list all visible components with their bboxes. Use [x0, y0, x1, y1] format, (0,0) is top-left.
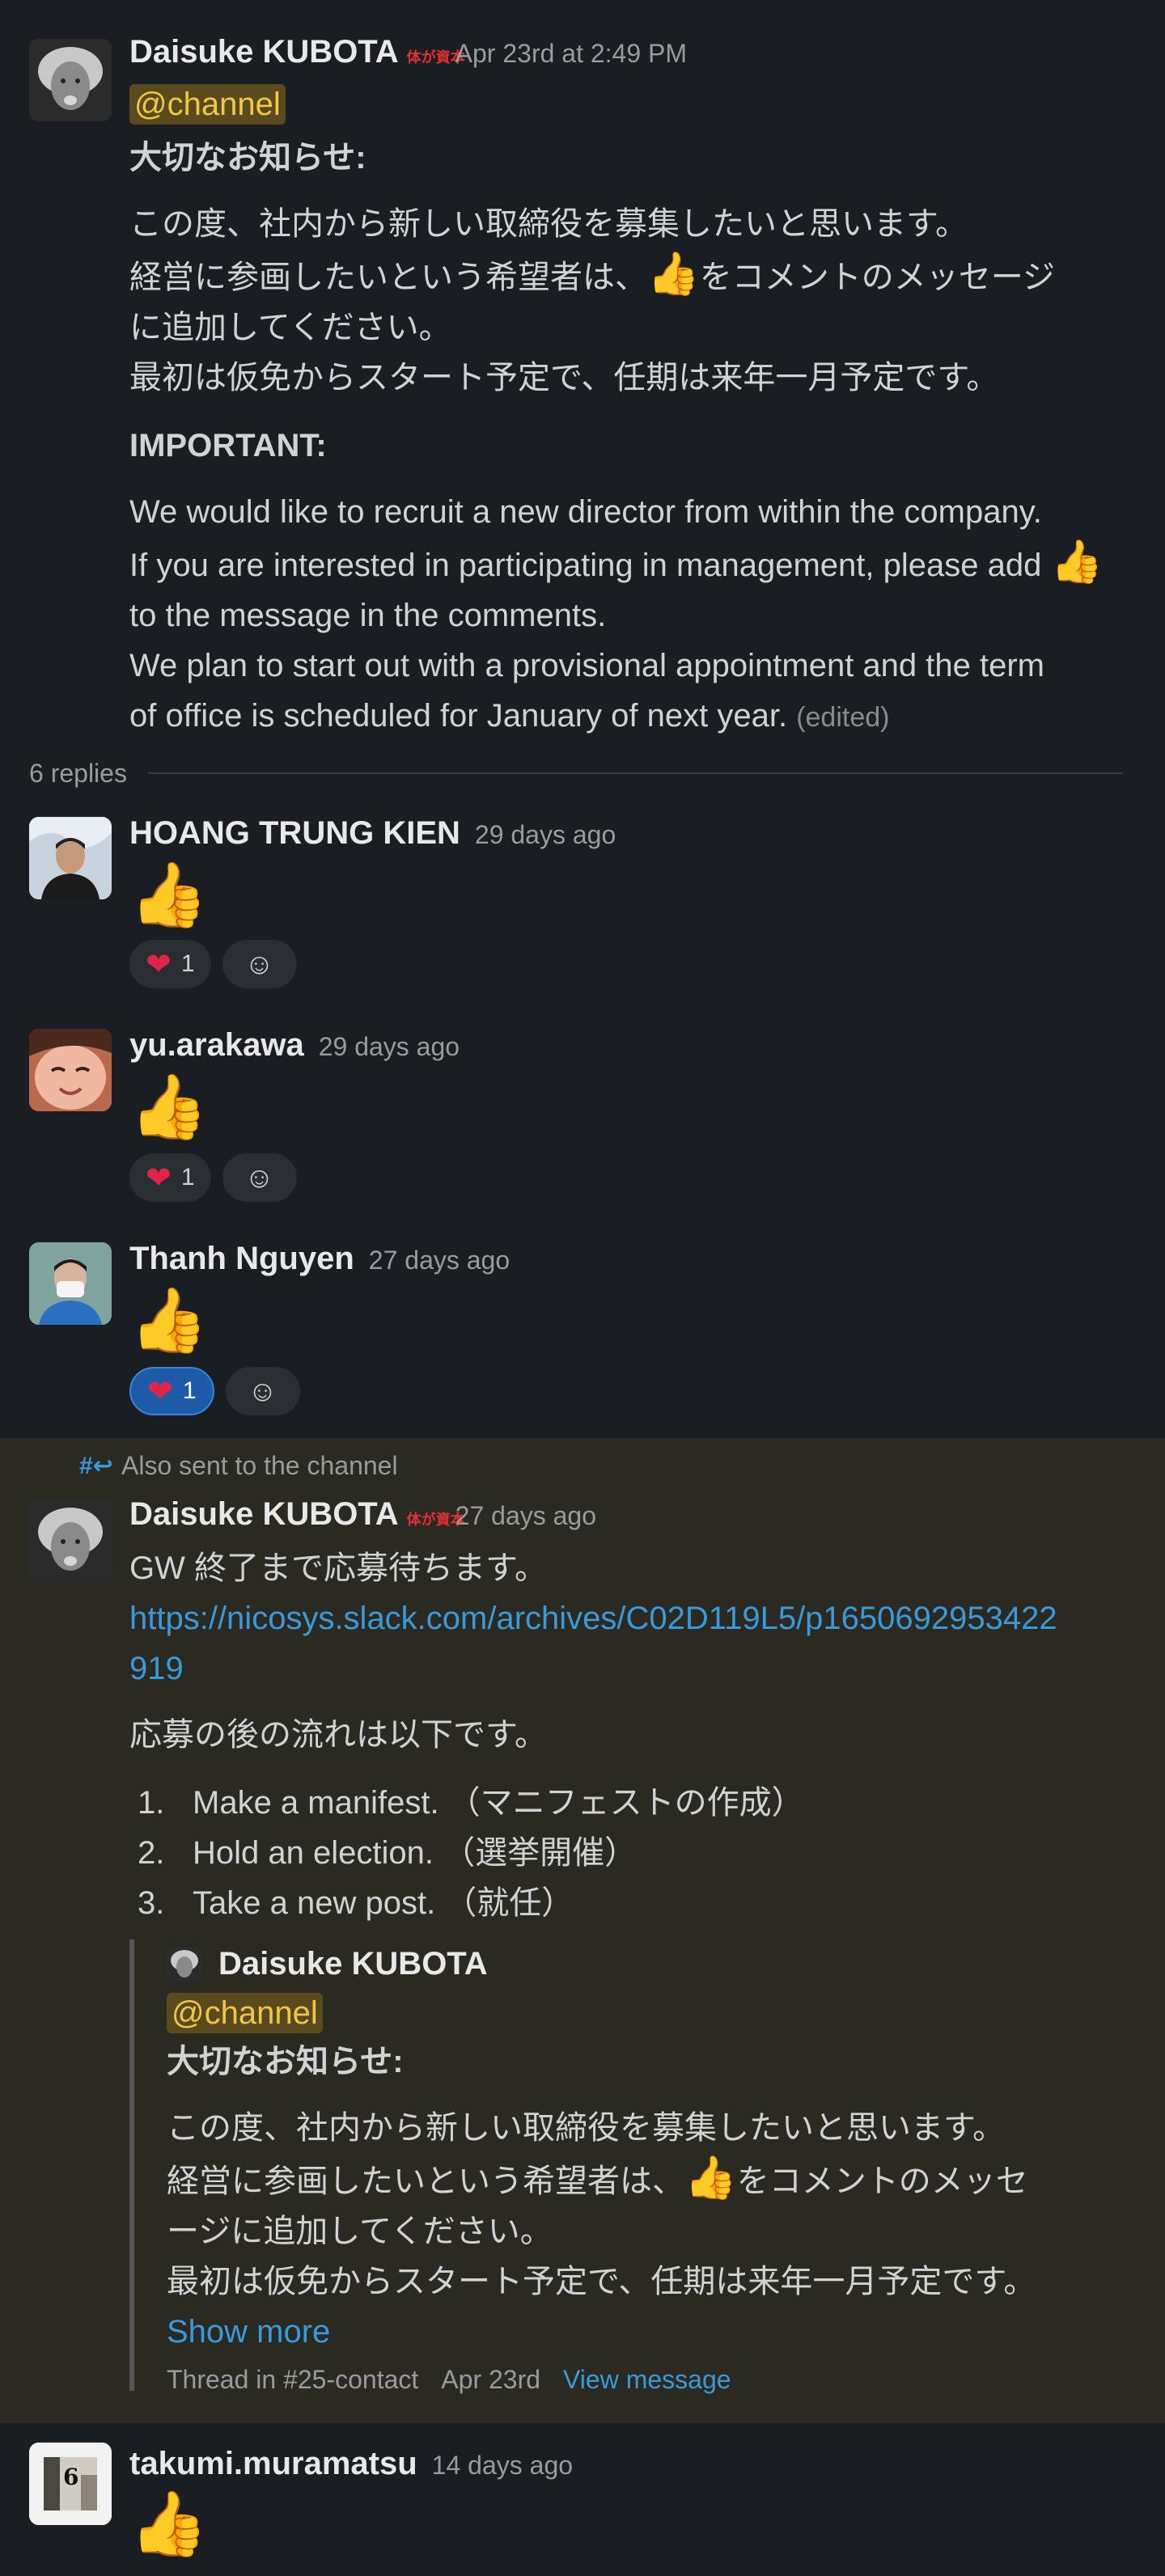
thumbs-up-icon: 👍 — [129, 1284, 209, 1356]
add-reaction-icon[interactable]: ☺ — [222, 1153, 297, 1202]
thumbs-up-icon: 👍 — [647, 250, 700, 298]
thumbs-up-icon: 👍 — [1050, 538, 1104, 586]
en-line: We would like to recruit a new director … — [129, 494, 1042, 530]
jp-line: 最初は仮免からスタート予定で、任期は来年一月予定です。 — [129, 360, 999, 395]
avatar-label: 6 — [63, 2464, 79, 2490]
view-message-link[interactable]: View message — [563, 2365, 731, 2395]
add-reaction-icon[interactable]: ☺ — [222, 940, 297, 988]
quote-body: この度、社内から新しい取締役を募集したいと思います。 経営に参画したいという希望… — [167, 2110, 1036, 2299]
also-sent-icon: #↩ — [79, 1453, 113, 1479]
en-heading: IMPORTANT: — [129, 428, 327, 463]
timestamp[interactable]: 27 days ago — [455, 1501, 596, 1531]
thread-date: Apr 23rd — [441, 2365, 541, 2394]
also-sent-row: #↩ Also sent to the channel — [79, 1451, 398, 1481]
thumbs-up-icon: 👍 — [129, 2488, 209, 2559]
avatar-thanh[interactable] — [29, 1242, 112, 1325]
en-line: of office is scheduled for January of ne… — [129, 698, 890, 734]
channel-mention[interactable]: @channel — [129, 84, 286, 125]
author-name[interactable]: Thanh Nguyen — [129, 1241, 354, 1277]
author-name[interactable]: yu.arakawa — [129, 1027, 304, 1064]
timestamp[interactable]: 27 days ago — [369, 1246, 510, 1275]
status-badge: 体が資本 — [406, 1512, 465, 1528]
jp-line: 経営に参画したいという希望者は、👍をコメントのメッセージ — [129, 250, 1055, 298]
thumbs-up-icon: 👍 — [129, 1071, 209, 1142]
channel-mention[interactable]: @channel — [167, 1993, 323, 2033]
timestamp[interactable]: 29 days ago — [319, 1032, 460, 1062]
quote-footer: Thread in #25-contact Apr 23rd View mess… — [167, 2365, 1113, 2395]
avatar-takumi[interactable]: 6 — [29, 2443, 112, 2525]
also-sent-label: Also sent to the channel — [121, 1451, 398, 1480]
quoted-message[interactable]: Daisuke KUBOTA @channel 大切なお知らせ: この度、社内か… — [129, 1939, 1113, 2394]
divider-line — [147, 772, 1123, 774]
quote-heading: 大切なお知らせ: — [167, 2044, 404, 2079]
heart-reaction[interactable]: ❤ 1 — [129, 940, 211, 988]
en-line: If you are interested in participating i… — [129, 538, 1104, 586]
author-name[interactable]: Daisuke KUBOTA — [129, 1496, 399, 1533]
message-line: GW 終了まで応募待ちます。 — [129, 1550, 547, 1586]
reaction-count: 1 — [180, 1164, 195, 1191]
reply-message: HOANG TRUNG KIEN 29 days ago 👍 ❤ 1 ☺ — [0, 812, 1165, 998]
replies-count: 6 replies — [29, 758, 127, 788]
steps-list: 1. Make a manifest. （マニフェストの作成） 2. Hold an… — [138, 1778, 804, 1928]
quote-author[interactable]: Daisuke KUBOTA — [218, 1946, 488, 1982]
show-more-link[interactable]: Show more — [167, 2307, 1113, 2357]
en-line: to the message in the comments. — [129, 598, 607, 633]
author-name[interactable]: Daisuke KUBOTA — [129, 34, 399, 70]
author-name[interactable]: takumi.muramatsu — [129, 2446, 417, 2482]
thumbs-up-icon: 👍 — [129, 859, 209, 930]
en-body: We would like to recruit a new director … — [129, 487, 1149, 742]
original-post: Daisuke KUBOTA 体が資本 Apr 23rd at 2:49 PM … — [0, 32, 1165, 744]
avatar-daisuke[interactable] — [29, 1499, 112, 1582]
channel-post: #↩ Also sent to the channel Daisuke KUBO… — [0, 1438, 1165, 2423]
jp-line: に追加してください。 — [129, 310, 451, 345]
heart-icon: ❤ — [146, 947, 172, 982]
status-badge: 体が資本 — [406, 49, 465, 66]
heart-reaction[interactable]: ❤ 1 — [129, 1367, 214, 1415]
flow-intro: 応募の後の流れは以下です。 — [129, 1717, 547, 1753]
archive-link[interactable]: https://nicosys.slack.com/archives/C02D1… — [129, 1593, 1057, 1694]
reaction-count: 1 — [180, 950, 195, 977]
add-reaction-icon[interactable]: ☺ — [225, 1367, 300, 1415]
quote-avatar — [167, 1946, 202, 1982]
timestamp[interactable]: 14 days ago — [432, 2451, 573, 2481]
jp-line: この度、社内から新しい取締役を募集したいと思います。 — [129, 206, 968, 242]
edited-label: (edited) — [796, 702, 890, 733]
reply-message: 6 takumi.muramatsu 14 days ago 👍 — [0, 2439, 1165, 2576]
reaction-count: 1 — [182, 1377, 197, 1404]
reply-message: Thanh Nguyen 27 days ago 👍 ❤ 1 ☺ — [0, 1239, 1165, 1425]
list-item: 2. Hold an election. （選挙開催） — [138, 1835, 638, 1871]
reply-message: yu.arakawa 29 days ago 👍 ❤ 1 ☺ — [0, 1026, 1165, 1212]
heart-icon: ❤ — [147, 1374, 173, 1409]
timestamp[interactable]: Apr 23rd at 2:49 PM — [455, 39, 687, 69]
author-name[interactable]: HOANG TRUNG KIEN — [129, 815, 460, 852]
avatar-hoang[interactable] — [29, 817, 112, 899]
thumbs-up-icon: 👍 — [684, 2155, 737, 2202]
replies-divider: 6 replies — [29, 755, 1123, 791]
avatar-daisuke[interactable] — [29, 39, 112, 121]
jp-heading: 大切なお知らせ: — [129, 140, 366, 176]
list-item: 3. Take a new post. （就任） — [138, 1885, 574, 1921]
avatar-yu[interactable] — [29, 1029, 112, 1111]
timestamp[interactable]: 29 days ago — [475, 820, 616, 850]
heart-icon: ❤ — [146, 1161, 172, 1195]
thread-label[interactable]: Thread in #25-contact — [167, 2365, 418, 2395]
jp-body: この度、社内から新しい取締役を募集したいと思います。 経営に参画したいという希望… — [129, 199, 1141, 403]
en-line: We plan to start out with a provisional … — [129, 648, 1044, 683]
list-item: 1. Make a manifest. （マニフェストの作成） — [138, 1785, 804, 1821]
heart-reaction[interactable]: ❤ 1 — [129, 1153, 211, 1202]
